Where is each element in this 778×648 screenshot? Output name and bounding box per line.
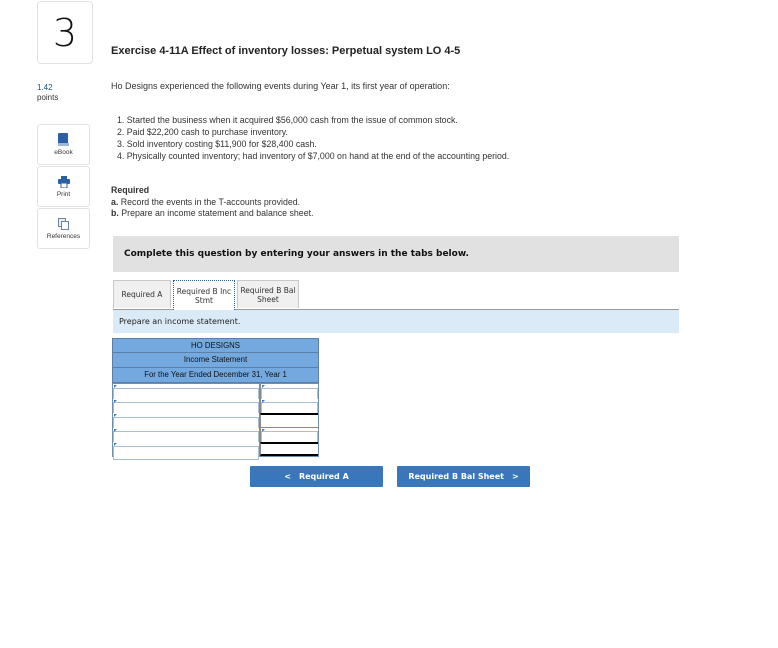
events-list: 1. Started the business when it acquired… [117, 114, 509, 162]
event-item: 1. Started the business when it acquired… [117, 115, 458, 125]
line-item-label-input[interactable] [113, 446, 259, 460]
question-number: 3 [37, 1, 93, 64]
ebook-label: eBook [54, 149, 73, 156]
references-button[interactable]: References [37, 208, 90, 249]
tab-required-b-income-statement[interactable]: Required B Inc Stmt [173, 280, 235, 310]
statement-row [113, 397, 318, 416]
tab-label: Sheet [257, 294, 279, 304]
required-letter: a. [111, 196, 119, 207]
exercise-intro: Ho Designs experienced the following eve… [111, 81, 450, 91]
points-label: points [37, 93, 59, 102]
statement-name: Income Statement [112, 353, 319, 368]
statement-row [113, 426, 318, 446]
next-tab-button[interactable]: Required B Bal Sheet > [397, 466, 530, 487]
tab-instruction: Prepare an income statement. [113, 310, 679, 333]
statement-period: For the Year Ended December 31, Year 1 [112, 368, 319, 383]
instructions-banner: Complete this question by entering your … [113, 236, 679, 272]
side-tools: eBook Print References [37, 124, 90, 250]
amount-cell-readonly [260, 413, 318, 427]
event-item: 3. Sold inventory costing $11,900 for $2… [117, 139, 317, 149]
required-letter: b. [111, 208, 119, 218]
tab-required-a[interactable]: Required A [113, 280, 171, 308]
tab-required-b-balance-sheet[interactable]: Required B Bal Sheet [237, 280, 299, 308]
income-statement-table: HO DESIGNS Income Statement For the Year… [112, 338, 319, 460]
required-text: Prepare an income statement and balance … [121, 208, 314, 218]
points-value: 1.42 [37, 83, 53, 92]
book-icon [58, 133, 69, 146]
printer-icon [57, 175, 70, 188]
statement-row [113, 412, 318, 431]
prev-tab-button[interactable]: < Required A [250, 466, 383, 487]
statement-rows [112, 383, 319, 460]
chevron-right-icon: > [511, 472, 519, 481]
statement-row [113, 441, 318, 460]
statement-company: HO DESIGNS [112, 338, 319, 353]
required-heading: Required [111, 185, 150, 195]
copy-pages-icon [57, 217, 69, 230]
required-item: b. Prepare an income statement and balan… [111, 208, 313, 220]
statement-row [113, 383, 318, 402]
chevron-left-icon: < [284, 472, 291, 481]
event-item: 2. Paid $22,200 cash to purchase invento… [117, 127, 288, 137]
references-label: References [46, 232, 81, 240]
tab-label: Stmt [195, 295, 213, 305]
tab-label: Required A [121, 290, 163, 299]
required-text: Record the events in the T-accounts prov… [120, 196, 301, 207]
exercise-title: Exercise 4-11A Effect of inventory losse… [111, 45, 461, 57]
required-section: Required a. Record the events in the T-a… [111, 185, 313, 220]
print-label: Print [56, 190, 71, 198]
ebook-button[interactable]: eBook [37, 124, 90, 165]
tab-label: Required B Bal [240, 285, 296, 295]
print-button[interactable]: Print [37, 166, 90, 207]
tab-label: Required B Inc [176, 286, 232, 296]
total-amount-cell [260, 442, 318, 456]
tab-bar: Required A Required B Inc Stmt Required … [113, 280, 679, 310]
required-item: a. Record the events in the T-accounts p… [111, 197, 313, 209]
points-info: 1.42 points [37, 83, 58, 103]
next-tab-label: Required B Bal Sheet [408, 472, 504, 481]
event-item: 4. Physically counted inventory; had inv… [117, 151, 510, 161]
prev-tab-label: Required A [298, 472, 349, 481]
